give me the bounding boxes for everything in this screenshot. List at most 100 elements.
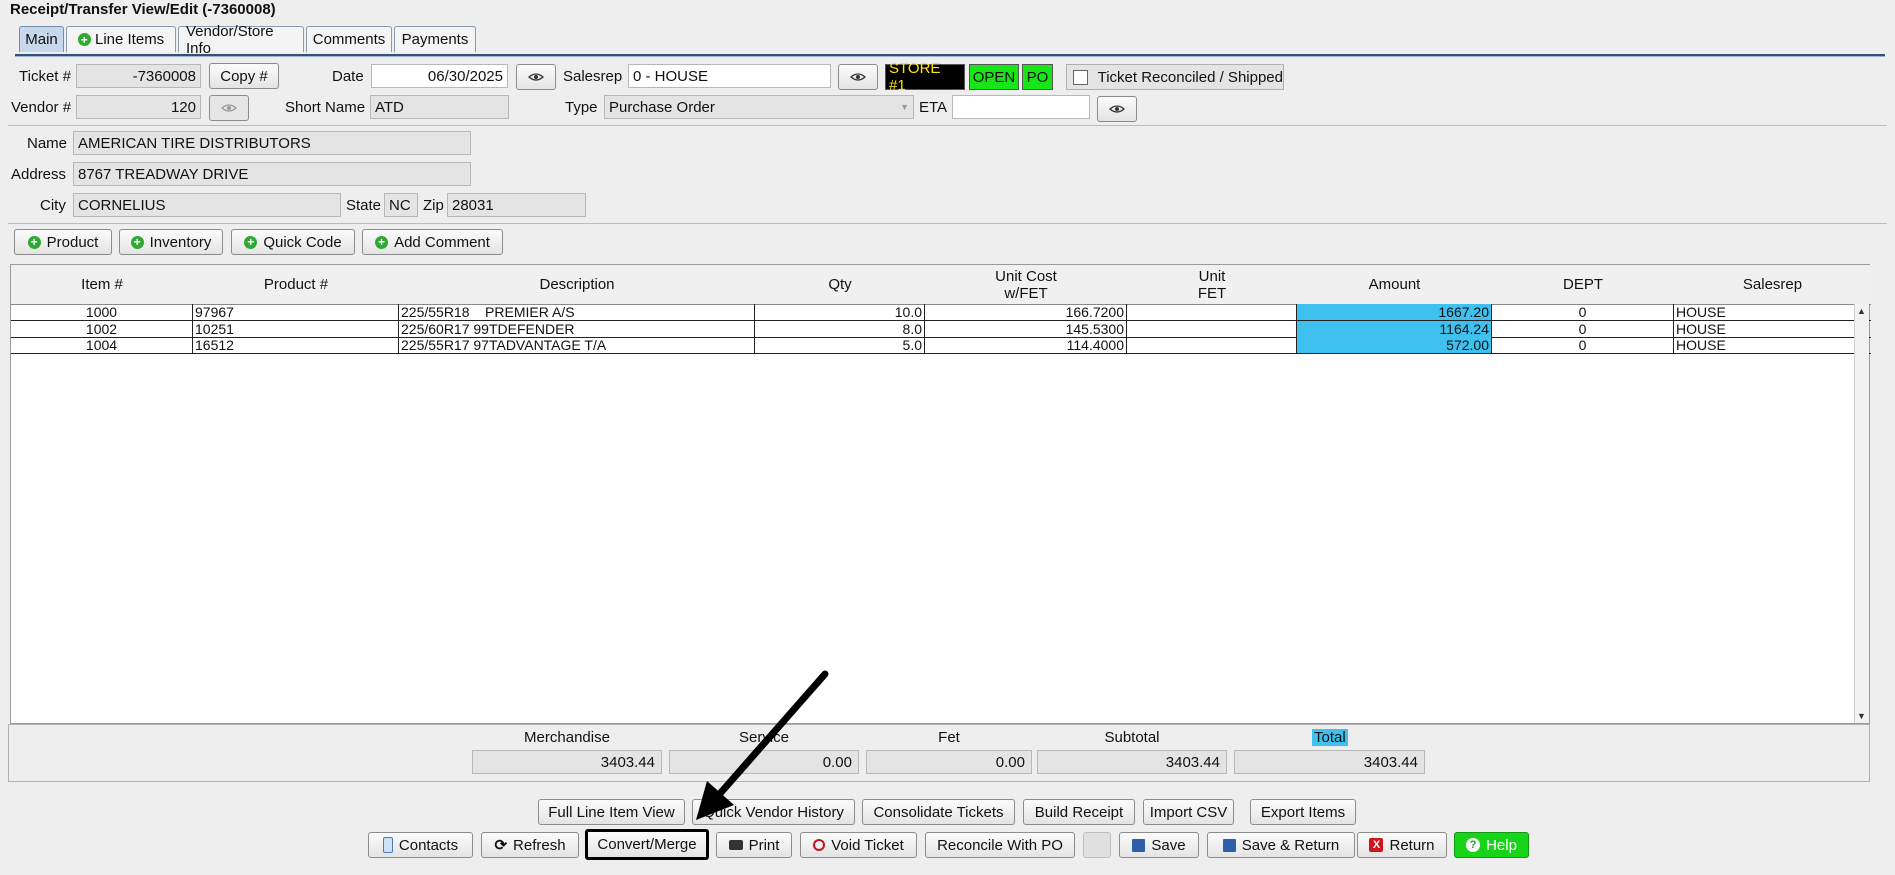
save-button[interactable]: Save bbox=[1119, 832, 1199, 858]
plus-circle-icon: + bbox=[27, 235, 41, 249]
name-label: Name bbox=[27, 135, 68, 152]
cell-qty: 5.0 bbox=[755, 337, 925, 353]
blank-button[interactable] bbox=[1083, 832, 1111, 858]
column-header-product[interactable]: Product # bbox=[193, 265, 400, 305]
eye-icon bbox=[850, 73, 866, 81]
copy-ticket-button[interactable]: Copy # bbox=[209, 63, 279, 89]
column-header-amount[interactable]: Amount bbox=[1297, 265, 1493, 305]
add-product-label: Product bbox=[46, 233, 99, 251]
add-product-button[interactable]: + Product bbox=[14, 229, 112, 255]
vendor-address-field: 8767 TREADWAY DRIVE bbox=[73, 162, 471, 186]
vendor-city-field: CORNELIUS bbox=[73, 193, 341, 217]
cell-amount: 1164.24 bbox=[1297, 321, 1492, 337]
chevron-down-icon: ▼ bbox=[900, 102, 909, 112]
column-header-salesrep[interactable]: Salesrep bbox=[1674, 265, 1871, 305]
city-label: City bbox=[40, 197, 66, 214]
vendor-lookup-button[interactable] bbox=[209, 95, 249, 121]
short-name-field: ATD bbox=[370, 95, 509, 119]
eta-picker-button[interactable] bbox=[1097, 96, 1137, 122]
cell-qty: 10.0 bbox=[755, 304, 925, 320]
add-comment-button[interactable]: + Add Comment bbox=[362, 229, 503, 255]
consolidate-tickets-button[interactable]: Consolidate Tickets bbox=[862, 799, 1015, 825]
salesrep-field[interactable]: 0 - HOUSE bbox=[628, 64, 831, 88]
cell-salesrep: HOUSE bbox=[1674, 304, 1857, 320]
cell-amount: 572.00 bbox=[1297, 337, 1492, 353]
vendor-name-field: AMERICAN TIRE DISTRIBUTORS bbox=[73, 131, 471, 155]
column-header-qty[interactable]: Qty bbox=[755, 265, 926, 305]
printer-icon bbox=[728, 840, 743, 850]
ticket-number-field: -7360008 bbox=[76, 64, 201, 88]
cell-description: 225/60R17 99TDEFENDER bbox=[399, 321, 755, 337]
ticket-reconciled-checkbox[interactable] bbox=[1073, 69, 1088, 85]
cell-description: 225/55R18 PREMIER A/S bbox=[399, 304, 755, 320]
eye-icon bbox=[1109, 105, 1125, 113]
tab-comments-label: Comments bbox=[312, 31, 386, 48]
export-items-button[interactable]: Export Items bbox=[1250, 799, 1356, 825]
refresh-button[interactable]: ⟳ Refresh bbox=[481, 832, 579, 858]
type-select[interactable]: Purchase Order ▼ bbox=[604, 95, 914, 119]
scroll-down-icon[interactable]: ▼ bbox=[1857, 711, 1866, 721]
vendor-state-field: NC bbox=[384, 193, 418, 217]
tab-vendor-store-info[interactable]: Vendor/Store Info bbox=[178, 23, 304, 57]
salesrep-label: Salesrep bbox=[563, 68, 623, 85]
line-items-table[interactable]: Item # Product # Description Qty Unit Co… bbox=[10, 264, 1871, 724]
add-quick-code-button[interactable]: + Quick Code bbox=[231, 229, 355, 255]
tab-line-items-label: Line Items bbox=[94, 31, 165, 48]
floppy-disk-icon bbox=[1132, 838, 1146, 852]
column-header-item[interactable]: Item # bbox=[11, 265, 194, 305]
add-inventory-label: Inventory bbox=[149, 233, 212, 251]
fet-value: 0.00 bbox=[866, 750, 1032, 774]
cell-unit-cost: 114.4000 bbox=[925, 337, 1127, 353]
full-line-item-view-button[interactable]: Full Line Item View bbox=[538, 799, 685, 825]
quick-vendor-history-button[interactable]: Quick Vendor History bbox=[692, 799, 855, 825]
reconcile-with-po-button[interactable]: Reconcile With PO bbox=[925, 832, 1075, 858]
cell-qty: 8.0 bbox=[755, 321, 925, 337]
salesrep-lookup-button[interactable] bbox=[838, 64, 878, 90]
close-icon: X bbox=[1369, 838, 1384, 852]
column-header-dept[interactable]: DEPT bbox=[1492, 265, 1675, 305]
contacts-button[interactable]: Contacts bbox=[368, 832, 473, 858]
tab-comments[interactable]: Comments bbox=[306, 26, 392, 52]
help-button[interactable]: ? Help bbox=[1454, 832, 1529, 858]
type-label: Type bbox=[565, 99, 598, 116]
date-field[interactable]: 06/30/2025 bbox=[371, 64, 508, 88]
column-header-description[interactable]: Description bbox=[399, 265, 756, 305]
tab-payments[interactable]: Payments bbox=[394, 26, 476, 52]
state-label: State bbox=[346, 197, 382, 214]
column-header-unit-fet[interactable]: Unit FET bbox=[1127, 265, 1298, 305]
cell-salesrep: HOUSE bbox=[1674, 337, 1857, 353]
add-inventory-button[interactable]: + Inventory bbox=[119, 229, 223, 255]
void-ticket-button[interactable]: Void Ticket bbox=[800, 832, 917, 858]
section-divider bbox=[8, 223, 1887, 224]
tab-divider bbox=[15, 54, 1885, 57]
ticket-reconciled-checkbox-group[interactable]: Ticket Reconciled / Shipped bbox=[1066, 64, 1284, 90]
scroll-up-icon[interactable]: ▲ bbox=[1857, 306, 1866, 316]
cell-item: 1000 bbox=[11, 304, 193, 320]
table-row[interactable]: 1000 97967 225/55R18 PREMIER A/S 10.0 16… bbox=[11, 304, 1871, 321]
import-csv-button[interactable]: Import CSV bbox=[1143, 799, 1234, 825]
cell-salesrep: HOUSE bbox=[1674, 321, 1857, 337]
convert-merge-button[interactable]: Convert/Merge bbox=[585, 829, 709, 860]
zip-label: Zip bbox=[423, 197, 444, 214]
build-receipt-button[interactable]: Build Receipt bbox=[1023, 799, 1135, 825]
table-row[interactable]: 1002 10251 225/60R17 99TDEFENDER 8.0 145… bbox=[11, 321, 1871, 338]
tab-line-items[interactable]: + Line Items bbox=[66, 26, 176, 52]
tab-main[interactable]: Main bbox=[19, 26, 64, 52]
print-button[interactable]: Print bbox=[716, 832, 792, 858]
date-picker-button[interactable] bbox=[516, 64, 556, 90]
floppy-disk-icon bbox=[1222, 838, 1236, 852]
plus-circle-icon: + bbox=[130, 235, 144, 249]
cell-product: 97967 bbox=[193, 304, 399, 320]
table-row[interactable]: 1004 16512 225/55R17 97TADVANTAGE T/A 5.… bbox=[11, 337, 1871, 354]
column-header-unit-cost[interactable]: Unit Cost w/FET bbox=[925, 265, 1128, 305]
return-button[interactable]: X Return bbox=[1357, 832, 1447, 858]
eta-field[interactable] bbox=[952, 95, 1090, 119]
cell-unit-cost: 166.7200 bbox=[925, 304, 1127, 320]
add-quick-code-label: Quick Code bbox=[263, 233, 342, 251]
vendor-zip-field: 28031 bbox=[447, 193, 586, 217]
table-scrollbar[interactable]: ▲ ▼ bbox=[1854, 304, 1869, 723]
eye-icon bbox=[221, 104, 237, 112]
void-icon bbox=[813, 839, 826, 851]
save-and-return-button[interactable]: Save & Return bbox=[1207, 832, 1355, 858]
subtotal-value: 3403.44 bbox=[1037, 750, 1227, 774]
